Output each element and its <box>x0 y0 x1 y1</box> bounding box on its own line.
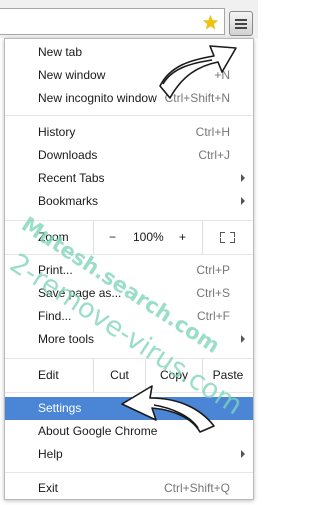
menu-item-shortcut: Ctrl+S <box>196 286 230 300</box>
copy-button[interactable]: Copy <box>145 359 202 392</box>
menu-item-bookmarks[interactable]: Bookmarks <box>5 190 253 213</box>
zoom-in-button[interactable]: + <box>179 221 186 254</box>
edit-row: Edit Cut Copy Paste <box>5 359 253 392</box>
zoom-row: Zoom − 100% + <box>5 221 253 254</box>
menu-item-shortcut: Ctrl+P <box>196 263 230 277</box>
submenu-arrow-icon <box>241 450 245 458</box>
menu-item-label: Find... <box>38 309 72 323</box>
zoom-label: Zoom <box>38 230 69 244</box>
menu-item-shortcut: Ctrl+Shift+N <box>164 91 230 105</box>
menu-item-label: Settings <box>38 401 82 415</box>
chrome-menu-button[interactable] <box>229 11 253 36</box>
menu-item-label: History <box>38 125 76 139</box>
menu-item-more-tools[interactable]: More tools <box>5 328 253 351</box>
menu-item-settings[interactable]: Settings <box>5 397 253 420</box>
edit-label: Edit <box>38 368 59 382</box>
address-bar[interactable] <box>0 8 225 35</box>
paste-button[interactable]: Paste <box>202 359 253 392</box>
menu-item-label: More tools <box>38 332 95 346</box>
menu-item-label: New incognito window <box>38 91 157 105</box>
menu-item-new-tab[interactable]: New tab <box>5 41 253 64</box>
bookmark-star-icon[interactable]: ★ <box>202 14 219 33</box>
menu-item-print[interactable]: Print... Ctrl+P <box>5 259 253 282</box>
menu-item-new-incognito-window[interactable]: New incognito window Ctrl+Shift+N <box>5 87 253 110</box>
menu-item-new-window[interactable]: New window +N <box>5 64 253 87</box>
copy-label: Copy <box>159 368 188 382</box>
menu-separator <box>5 254 253 255</box>
menu-item-about-google-chrome[interactable]: About Google Chrome <box>5 420 253 443</box>
submenu-arrow-icon <box>241 335 245 343</box>
menu-item-shortcut: Ctrl+H <box>195 125 230 139</box>
menu-separator <box>5 392 253 393</box>
menu-item-label: New tab <box>38 45 83 59</box>
menu-item-label: New window <box>38 68 106 82</box>
menu-item-shortcut: +N <box>214 68 230 82</box>
menu-item-shortcut: Ctrl+F <box>197 309 230 323</box>
menu-item-save-page-as[interactable]: Save page as... Ctrl+S <box>5 282 253 305</box>
fullscreen-button[interactable] <box>202 221 253 254</box>
zoom-level-value: 100% <box>133 230 164 244</box>
cut-button[interactable]: Cut <box>93 359 145 392</box>
menu-item-label: Save page as... <box>38 286 122 300</box>
browser-toolbar: ★ <box>0 0 258 38</box>
menu-item-label: Bookmarks <box>38 194 99 208</box>
menu-separator <box>5 115 253 116</box>
menu-item-exit[interactable]: Exit Ctrl+Shift+Q <box>5 477 253 500</box>
paste-label: Paste <box>212 368 244 382</box>
menu-item-find[interactable]: Find... Ctrl+F <box>5 305 253 328</box>
menu-separator <box>5 472 253 473</box>
menu-item-label: Downloads <box>38 148 98 162</box>
menu-item-label: About Google Chrome <box>38 424 158 438</box>
hamburger-menu-icon <box>235 19 247 21</box>
menu-item-shortcut: Ctrl+J <box>198 148 230 162</box>
menu-item-recent-tabs[interactable]: Recent Tabs <box>5 167 253 190</box>
fullscreen-icon <box>220 232 235 243</box>
menu-item-shortcut: Ctrl+Shift+Q <box>163 481 230 495</box>
menu-item-label: Exit <box>38 481 59 495</box>
menu-item-downloads[interactable]: Downloads Ctrl+J <box>5 144 253 167</box>
submenu-arrow-icon <box>241 197 245 205</box>
chrome-menu: New tab New window +N New incognito wind… <box>4 38 254 500</box>
menu-item-history[interactable]: History Ctrl+H <box>5 121 253 144</box>
cut-label: Cut <box>110 368 129 382</box>
menu-item-label: Recent Tabs <box>38 171 105 185</box>
zoom-out-button[interactable]: − <box>109 221 116 254</box>
submenu-arrow-icon <box>241 174 245 182</box>
menu-item-help[interactable]: Help <box>5 443 253 466</box>
menu-item-label: Help <box>38 447 63 461</box>
menu-item-label: Print... <box>38 263 73 277</box>
